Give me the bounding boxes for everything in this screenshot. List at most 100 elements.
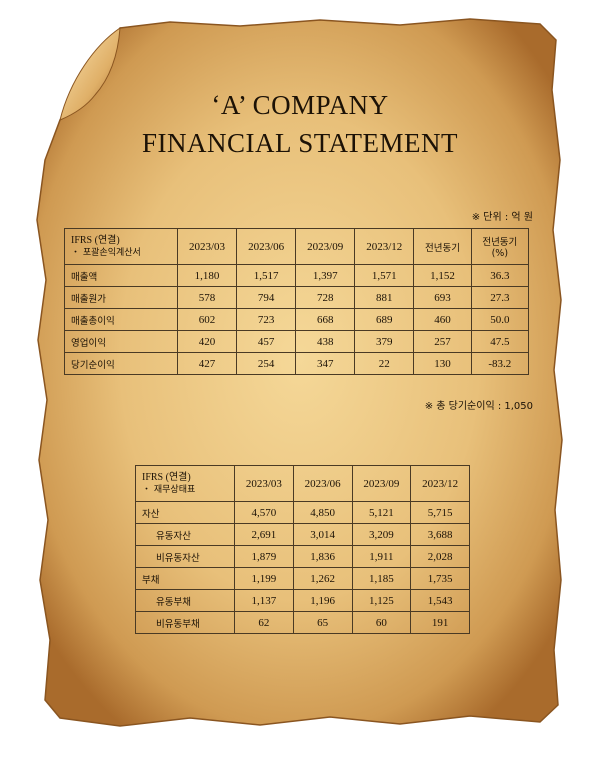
column-header-line: 2023/09 [363,477,400,490]
table-row: 당기순이익 427 254 347 22 130 -83.2 [64,352,530,375]
column-header-line: 2023/06 [304,477,341,490]
table-row: 유동부채 1,137 1,196 1,125 1,543 [135,589,470,612]
table-row: 매출액 1,180 1,517 1,397 1,571 1,152 36.3 [64,264,530,287]
column-header-line: 2023/12 [422,477,459,490]
table-row: 비유동자산 1,879 1,836 1,911 2,028 [135,545,470,568]
column-header: 전년동기 (%) [470,228,530,265]
header-label-cell: IFRS (연결) ・ 재무상태표 [135,465,235,502]
column-header-line: 2023/03 [189,240,226,253]
column-header: 2023/09 [295,228,356,265]
header-label-line: IFRS (연결) [142,471,191,483]
header-row: IFRS (연결) ・ 포괄손익계산서 2023/03 2023/06 2023/09 2… [64,228,530,265]
cell-value: 1,735 [410,567,470,590]
header-label-cell: IFRS (연결) ・ 포괄손익계산서 [64,228,178,265]
row-label: 부채 [135,567,235,590]
company-title: ‘A’ COMPANY [211,90,389,120]
statement-title: FINANCIAL STATEMENT [141,128,459,158]
cell-value: 728 [295,286,356,309]
column-header: 2023/12 [410,465,470,502]
row-label: 당기순이익 [64,352,178,375]
cell-value: 62 [234,611,294,634]
table-row: 유동자산 2,691 3,014 3,209 3,688 [135,523,470,546]
cell-value: 457 [236,330,297,353]
cell-value: 1,836 [292,545,353,568]
table-row: 비유동부채 62 65 60 191 [135,611,470,634]
column-header: 전년동기 [413,228,472,265]
cell-value: 50.0 [470,308,530,331]
cell-value: 1,137 [234,589,294,612]
cell-value: 693 [413,286,472,309]
row-label: 자산 [135,501,235,524]
table-row: 부채 1,199 1,262 1,185 1,735 [135,567,470,590]
column-header-line: 2023/06 [248,240,285,253]
cell-value: 27.3 [470,286,530,309]
row-label: 유동자산 [135,523,235,546]
cell-value: 254 [236,352,297,375]
header-row: IFRS (연결) ・ 재무상태표 2023/03 2023/06 2023/09 202… [135,465,470,502]
table-row: 영업이익 420 457 438 379 257 47.5 [64,330,530,353]
cell-value: 3,209 [351,523,412,546]
column-header-line: 2023/12 [366,240,403,253]
cell-value: 1,199 [234,567,294,590]
column-header: 2023/12 [354,228,415,265]
cell-value: 47.5 [470,330,530,353]
balance-sheet-table: IFRS (연결) ・ 재무상태표 2023/03 2023/06 2023/09 202… [135,465,470,634]
cell-value: 1,543 [410,589,470,612]
cell-value: 5,121 [351,501,412,524]
cell-value: 1,517 [236,264,297,287]
unit-note: ※ 단위 : 억 원 [471,212,533,223]
cell-value: 1,911 [351,545,412,568]
cell-value: 379 [354,330,415,353]
cell-value: 4,570 [234,501,294,524]
cell-value: 881 [354,286,415,309]
cell-value: 60 [351,611,412,634]
column-header-line: 전년동기 [424,242,460,254]
document-page: ‘A’ COMPANY FINANCIAL STATEMENT ※ 단위 : 억… [0,0,600,757]
column-header: 2023/09 [351,465,412,502]
row-label: 매출원가 [64,286,178,309]
table-row: 자산 4,570 4,850 5,121 5,715 [135,501,470,524]
header-label-line: IFRS (연결) [71,234,120,246]
cell-value: 2,028 [410,545,470,568]
row-label: 영업이익 [64,330,178,353]
cell-value: 3,688 [410,523,470,546]
cell-value: -83.2 [470,352,530,375]
cell-value: 347 [295,352,356,375]
cell-value: 723 [236,308,297,331]
cell-value: 794 [236,286,297,309]
cell-value: 1,879 [234,545,294,568]
cell-value: 1,125 [351,589,412,612]
cell-value: 460 [413,308,472,331]
table-row: 매출원가 578 794 728 881 693 27.3 [64,286,530,309]
cell-value: 1,397 [295,264,356,287]
cell-value: 3,014 [292,523,353,546]
cell-value: 1,185 [351,567,412,590]
cell-value: 65 [292,611,353,634]
income-statement-table: IFRS (연결) ・ 포괄손익계산서 2023/03 2023/06 2023/09 2… [64,228,530,375]
cell-value: 4,850 [292,501,353,524]
cell-value: 257 [413,330,472,353]
cell-value: 420 [176,330,238,353]
column-header-line: 2023/09 [307,240,344,253]
column-header: 2023/03 [234,465,294,502]
cell-value: 1,196 [292,589,353,612]
column-header-line: 전년동기 [482,237,518,248]
cell-value: 191 [410,611,470,634]
total-net-income-note: ※ 총 당기순이익 : 1,050 [424,401,533,412]
cell-value: 578 [176,286,238,309]
column-header-line: 2023/03 [245,477,282,490]
cell-value: 1,571 [354,264,415,287]
cell-value: 22 [354,352,415,375]
cell-value: 36.3 [470,264,530,287]
header-label-line: ・ 포괄손익계산서 [71,247,141,258]
row-label: 비유동자산 [135,545,235,568]
cell-value: 668 [295,308,356,331]
table-row: 매출총이익 602 723 668 689 460 50.0 [64,308,530,331]
row-label: 비유동부채 [135,611,235,634]
header-label-line: ・ 재무상태표 [142,484,196,495]
row-label: 매출총이익 [64,308,178,331]
cell-value: 2,691 [234,523,294,546]
column-header: 2023/03 [176,228,238,265]
cell-value: 1,152 [413,264,472,287]
cell-value: 602 [176,308,238,331]
